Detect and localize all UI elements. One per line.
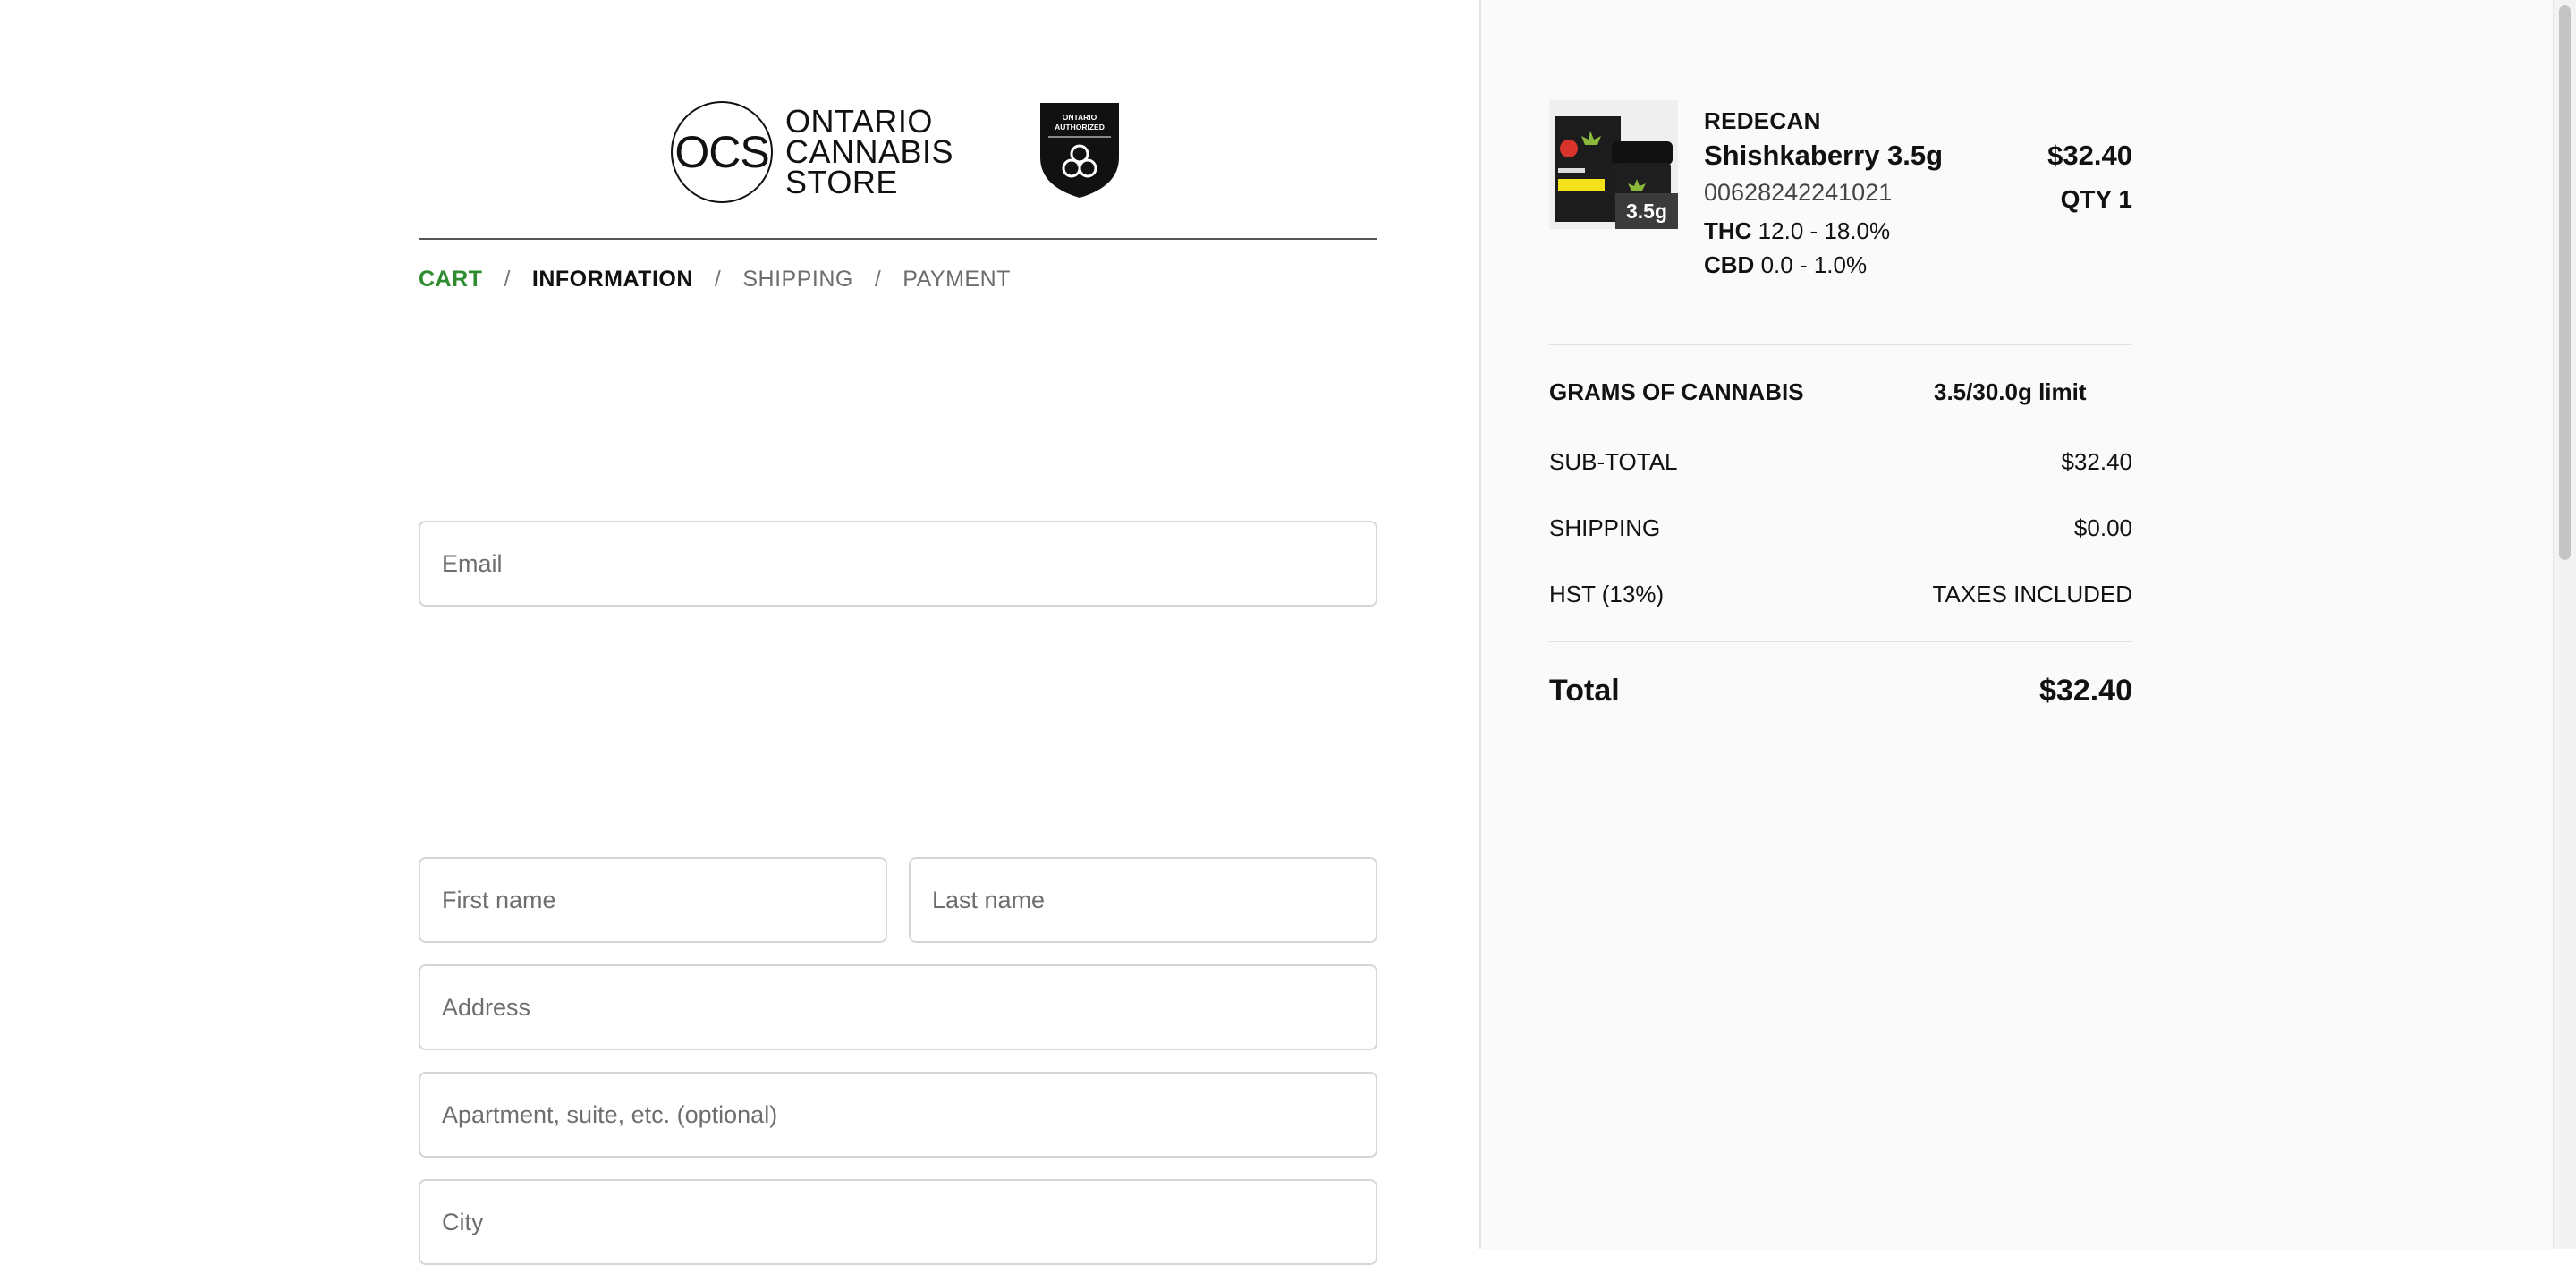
first-name-input[interactable]	[419, 857, 887, 943]
ocs-logo-initials: OCS	[674, 127, 769, 177]
shipping-value: $0.00	[2073, 514, 2132, 541]
email-input[interactable]	[419, 521, 1377, 607]
breadcrumb: CART / INFORMATION / SHIPPING / PAYMENT	[419, 267, 1011, 293]
product-sku: 00628242241021	[1704, 179, 1893, 206]
apartment-input[interactable]	[419, 1072, 1377, 1158]
breadcrumb-separator: /	[714, 267, 722, 292]
grams-label: GRAMS OF CANNABIS	[1549, 378, 1804, 405]
badge-text-2: AUTHORIZED	[1055, 123, 1105, 132]
subtotal-label: SUB-TOTAL	[1549, 448, 1678, 475]
logo-line-1: ONTARIO	[785, 103, 933, 140]
ocs-logo[interactable]: OCS ONTARIO CANNABIS STORE	[671, 98, 953, 206]
thc-value: 12.0 - 18.0%	[1758, 217, 1891, 244]
address-input[interactable]	[419, 964, 1377, 1050]
badge-text-1: ONTARIO	[1063, 113, 1097, 122]
ocs-logo-wordmark: ONTARIO CANNABIS STORE	[785, 103, 954, 200]
breadcrumb-separator: /	[504, 267, 511, 292]
logo-line-2: CANNABIS	[785, 133, 954, 170]
breadcrumb-shipping: SHIPPING	[742, 267, 853, 292]
subtotal-value: $32.40	[2061, 448, 2132, 475]
thc-label: THC	[1704, 217, 1752, 244]
header-divider	[419, 238, 1377, 240]
product-brand: REDECAN	[1704, 107, 1821, 134]
scrollbar[interactable]	[2553, 0, 2576, 1249]
cbd-value: 0.0 - 1.0%	[1760, 251, 1868, 278]
grams-value: 3.5/30.0g limit	[1934, 378, 2087, 405]
cbd-label: CBD	[1704, 251, 1755, 278]
product-name: Shishkaberry 3.5g	[1704, 140, 1944, 171]
breadcrumb-separator: /	[874, 267, 882, 292]
product-size-tag: 3.5g	[1615, 193, 1678, 229]
summary-divider	[1549, 344, 2132, 345]
last-name-input[interactable]	[909, 857, 1377, 943]
scrollbar-thumb[interactable]	[2559, 5, 2571, 560]
breadcrumb-information: INFORMATION	[531, 267, 693, 292]
total-label: Total	[1549, 674, 1620, 708]
product-cbd: CBD 0.0 - 1.0%	[1704, 251, 1867, 279]
hst-value: TAXES INCLUDED	[1932, 581, 2132, 607]
hst-label: HST (13%)	[1549, 581, 1665, 607]
ontario-authorized-badge-icon: ONTARIO AUTHORIZED	[1040, 103, 1119, 198]
product-quantity: QTY 1	[2060, 185, 2132, 213]
summary-divider	[1549, 641, 2132, 642]
product-thc: THC 12.0 - 18.0%	[1704, 217, 1890, 245]
product-price: $32.40	[2047, 140, 2132, 171]
total-value: $32.40	[2039, 674, 2132, 708]
ocs-logo-circle: OCS	[671, 101, 773, 203]
breadcrumb-cart[interactable]: CART	[419, 267, 482, 293]
logo-line-3: STORE	[785, 164, 898, 200]
checkout-main: OCS ONTARIO CANNABIS STORE ONTARIO AUTHO…	[0, 0, 1479, 1265]
city-input[interactable]	[419, 1179, 1377, 1265]
breadcrumb-payment: PAYMENT	[902, 267, 1011, 292]
shipping-label: SHIPPING	[1549, 514, 1661, 541]
